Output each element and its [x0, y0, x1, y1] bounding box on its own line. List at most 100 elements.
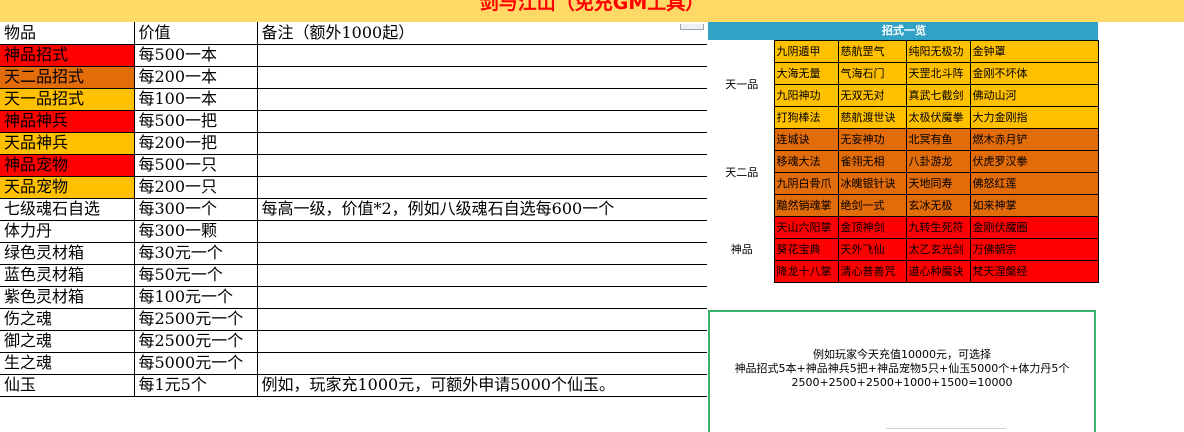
move-cell: 黯然销魂掌 — [773, 193, 839, 217]
move-cell: 九阳神功 — [773, 83, 839, 107]
move-cell: 天山六阳掌 — [773, 215, 839, 239]
item-note-cell — [257, 263, 707, 287]
move-cell: 伏虎罗汉拳 — [969, 149, 1099, 173]
move-cell: 天罡北斗阵 — [905, 61, 971, 85]
example-box: 例如玩家今天充值10000元，可选择 神品招式5本+神品神兵5把+神品宠物5只+… — [708, 310, 1096, 432]
item-price-cell: 每2500元一个 — [133, 329, 258, 353]
move-cell: 金钟罩 — [969, 39, 1099, 63]
move-cell: 真武七截剑 — [905, 83, 971, 107]
title-bar: 剑与江山（免充GM工具） — [0, 0, 1184, 22]
price-row: 伤之魂 每2500元一个 — [0, 307, 707, 331]
item-name-cell: 生之魂 — [0, 351, 135, 375]
header-price: 价值 — [133, 22, 258, 45]
move-cell: 绝剑一式 — [837, 193, 907, 217]
divider — [886, 428, 1006, 429]
move-cell: 道心种魔诀 — [905, 259, 971, 283]
header-item: 物品 — [0, 22, 135, 45]
item-name-cell: 伤之魂 — [0, 307, 135, 331]
price-row: 七级魂石自选 每300一个 每高一级，价值*2，例如八级魂石自选每600一个 — [0, 197, 707, 221]
item-name-cell: 神品宠物 — [0, 153, 135, 177]
price-row: 天品神兵 每200一把 — [0, 131, 707, 155]
item-note-cell — [257, 43, 707, 67]
item-name-cell: 天一品招式 — [0, 87, 135, 111]
item-price-cell: 每300一个 — [133, 197, 258, 221]
price-row: 仙玉 每1元5个 例如，玩家充1000元，可额外申请5000个仙玉。 — [0, 373, 707, 397]
item-price-cell: 每100一本 — [133, 87, 258, 111]
item-price-cell: 每200一把 — [133, 131, 258, 155]
price-row: 神品宠物 每500一只 — [0, 153, 707, 177]
moves-group-label: 天二品 — [708, 128, 774, 216]
item-name-cell: 紫色灵材箱 — [0, 285, 135, 309]
item-note-cell: 例如，玩家充1000元，可额外申请5000个仙玉。 — [257, 373, 707, 397]
move-cell: 打狗棒法 — [773, 105, 839, 129]
item-price-cell: 每200一本 — [133, 65, 258, 89]
item-note-cell — [257, 241, 707, 265]
item-name-cell: 蓝色灵材箱 — [0, 263, 135, 287]
price-row: 天二品招式 每200一本 — [0, 65, 707, 89]
example-line-2: 神品招式5本+神品神兵5把+神品宠物5只+仙玉5000个+体力丹5个 — [734, 362, 1070, 375]
moves-panel: 招式一览 天一品 九阴遁甲 慈航罡气 纯阳无极功 金钟罩 大海无量 气海石门 天罡北斗阵 金刚不… — [708, 22, 1099, 283]
item-note-cell — [257, 329, 707, 353]
price-row: 紫色灵材箱 每100元一个 — [0, 285, 707, 309]
move-cell: 燃木赤月铲 — [969, 127, 1099, 151]
move-cell: 九阴白骨爪 — [773, 171, 839, 195]
item-note-cell — [257, 307, 707, 331]
move-cell: 太乙玄光剑 — [905, 237, 971, 261]
price-row: 蓝色灵材箱 每50元一个 — [0, 263, 707, 287]
move-cell: 葵花宝典 — [773, 237, 839, 261]
move-cell: 雀翎无相 — [837, 149, 907, 173]
item-note-cell — [257, 87, 707, 111]
move-cell: 九阴遁甲 — [773, 39, 839, 63]
price-row: 绿色灵材箱 每30元一个 — [0, 241, 707, 265]
moves-row: 神品 天山六阳掌 金顶神剑 九转生死符 金刚伏魔圈 — [708, 215, 1099, 282]
item-note-cell — [257, 175, 707, 199]
move-cell: 清心普善咒 — [837, 259, 907, 283]
item-price-cell: 每1元5个 — [133, 373, 258, 397]
move-cell: 金刚不坏体 — [969, 61, 1099, 85]
move-cell: 金顶神剑 — [837, 215, 907, 239]
move-cell: 九转生死符 — [905, 215, 971, 239]
item-name-cell: 体力丹 — [0, 219, 135, 243]
move-cell: 连城诀 — [773, 127, 839, 151]
move-cell: 无妄神功 — [837, 127, 907, 151]
item-name-cell: 绿色灵材箱 — [0, 241, 135, 265]
item-price-cell: 每500一把 — [133, 109, 258, 133]
move-cell: 慈航渡世诀 — [837, 105, 907, 129]
moves-group-label: 天一品 — [708, 40, 774, 128]
item-price-cell: 每500一只 — [133, 153, 258, 177]
price-table: 物品 价值 备注（额外1000起） 神品招式 每500一本 天二品招式 每200一本天… — [0, 22, 707, 397]
move-cell: 万佛朝宗 — [969, 237, 1099, 261]
item-note-cell — [257, 351, 707, 375]
item-note-cell — [257, 131, 707, 155]
price-row: 天品宠物 每200一只 — [0, 175, 707, 199]
item-name-cell: 神品神兵 — [0, 109, 135, 133]
move-cell: 降龙十八掌 — [773, 259, 839, 283]
item-price-cell: 每2500元一个 — [133, 307, 258, 331]
item-note-cell — [257, 65, 707, 89]
item-name-cell: 七级魂石自选 — [0, 197, 135, 221]
move-cell: 慈航罡气 — [837, 39, 907, 63]
price-row: 神品招式 每500一本 — [0, 43, 707, 67]
move-cell: 佛怒红莲 — [969, 171, 1099, 195]
item-price-cell: 每50元一个 — [133, 263, 258, 287]
move-cell: 大海无量 — [773, 61, 839, 85]
move-cell: 梵天涅槃经 — [969, 259, 1099, 283]
moves-row: 天一品 九阴遁甲 慈航罡气 纯阳无极功 金钟罩 — [708, 39, 1099, 128]
price-row: 生之魂 每5000元一个 — [0, 351, 707, 375]
move-cell: 天地同寿 — [905, 171, 971, 195]
move-cell: 气海石门 — [837, 61, 907, 85]
move-cell: 佛动山河 — [969, 83, 1099, 107]
move-cell: 纯阳无极功 — [905, 39, 971, 63]
moves-row: 天二品 连城诀 无妄神功 北冥有鱼 燃木赤月铲 — [708, 127, 1099, 216]
item-name-cell: 天品宠物 — [0, 175, 135, 199]
item-price-cell: 每200一只 — [133, 175, 258, 199]
item-name-cell: 仙玉 — [0, 373, 135, 397]
moves-panel-title: 招式一览 — [708, 22, 1099, 40]
item-note-cell — [257, 109, 707, 133]
item-name-cell: 神品招式 — [0, 43, 135, 67]
item-note-cell — [257, 153, 707, 177]
move-cell: 大力金刚指 — [969, 105, 1099, 129]
move-cell: 无双无对 — [837, 83, 907, 107]
item-price-cell: 每30元一个 — [133, 241, 258, 265]
item-name-cell: 天二品招式 — [0, 65, 135, 89]
